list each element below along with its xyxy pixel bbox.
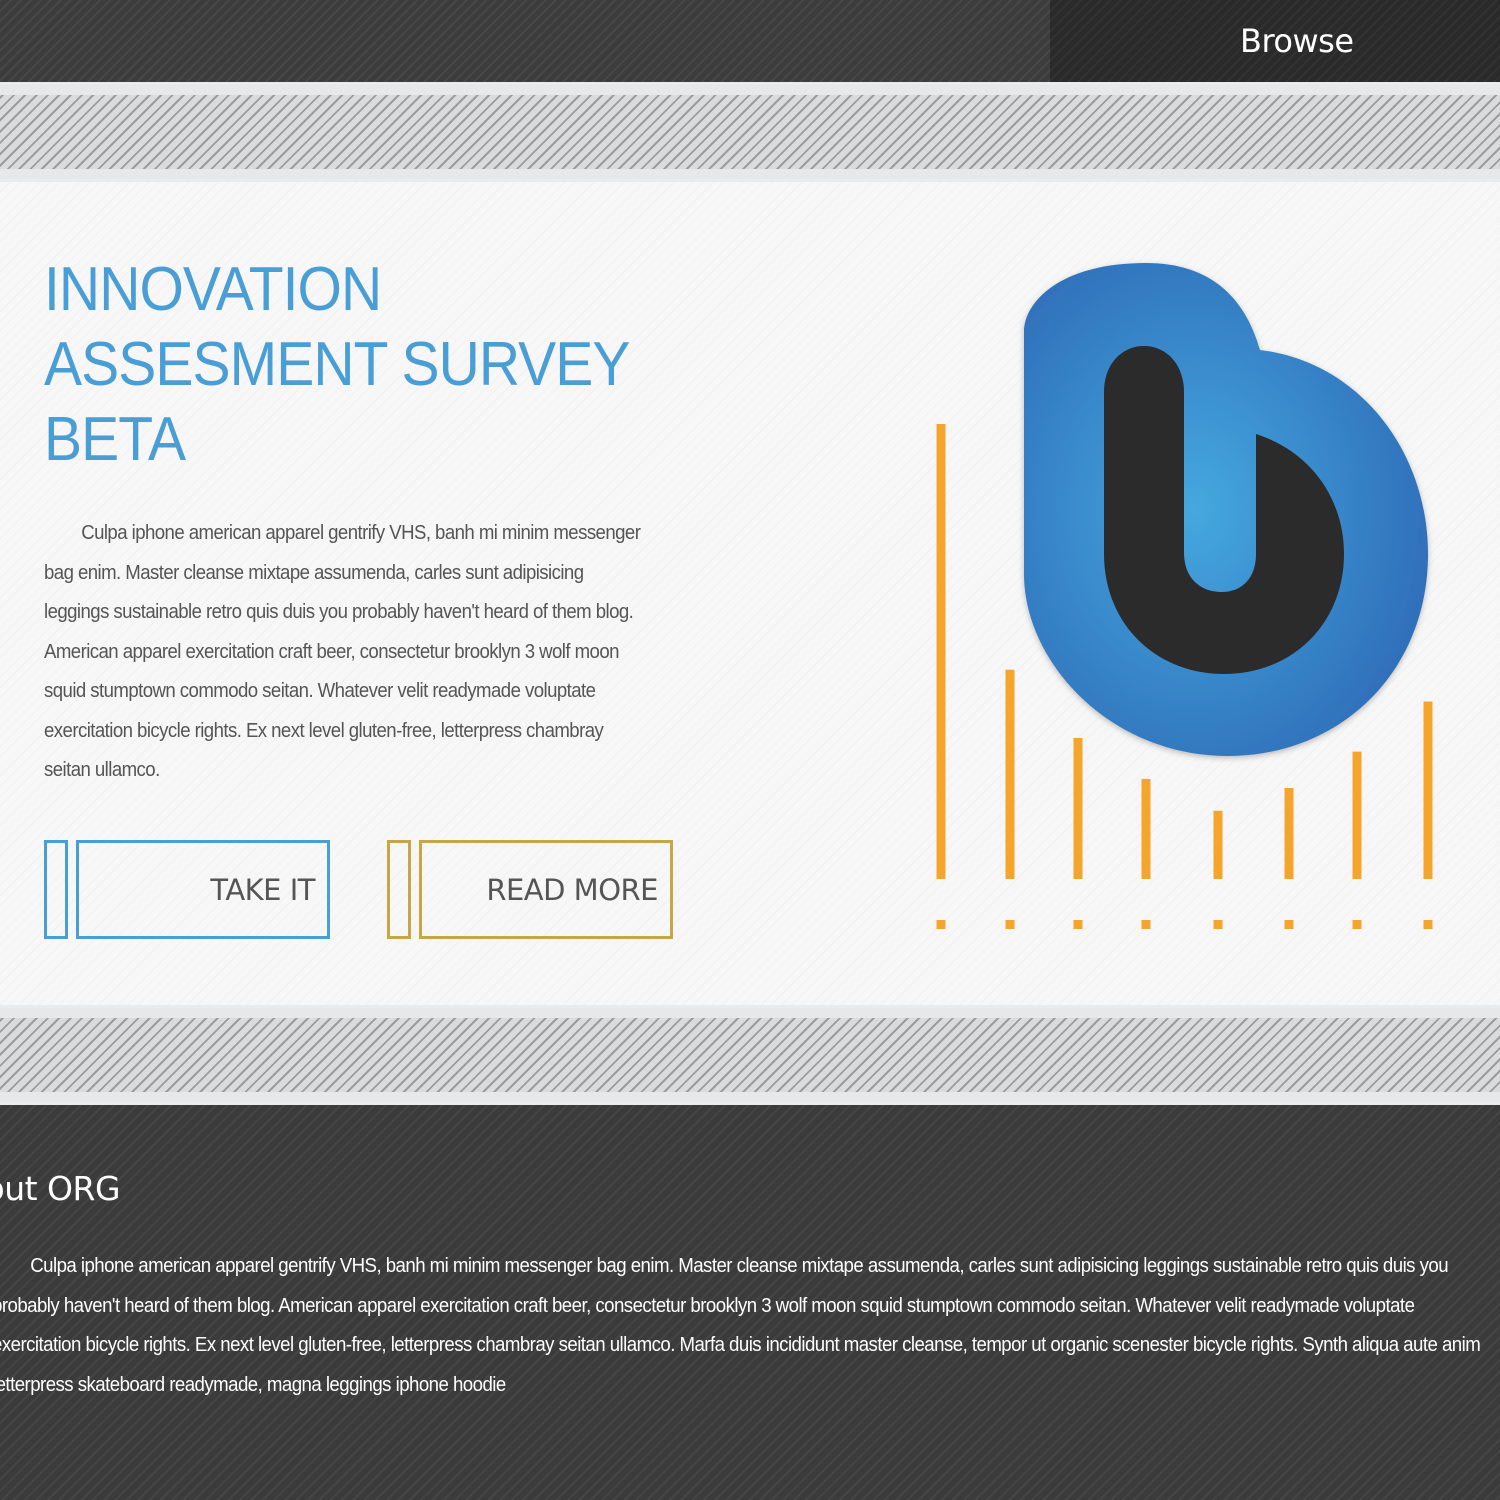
decorative-bar bbox=[1141, 778, 1151, 879]
take-it-button-tab[interactable] bbox=[44, 840, 68, 939]
decorative-bar bbox=[1005, 669, 1015, 879]
hero-title-line: ASSESMENT SURVEY bbox=[44, 330, 630, 399]
hero-description: Culpa iphone american apparel gentrify V… bbox=[44, 522, 641, 781]
take-it-button[interactable]: TAKE IT bbox=[76, 840, 330, 939]
hero-title: INNOVATION ASSESMENT SURVEY BETA bbox=[44, 252, 630, 477]
decorative-bar-dot bbox=[1352, 920, 1362, 929]
hero-title-line: INNOVATION bbox=[44, 255, 382, 324]
read-more-button-tab[interactable] bbox=[387, 840, 411, 939]
decorative-bar bbox=[1352, 751, 1362, 879]
decorative-bar-dot bbox=[1005, 920, 1015, 929]
decorative-bar-dot bbox=[1423, 920, 1433, 929]
read-more-button[interactable]: READ MORE bbox=[419, 840, 673, 939]
decorative-bar-dot bbox=[1284, 920, 1294, 929]
decorative-bar-dot bbox=[1073, 920, 1083, 929]
brand-logo-icon bbox=[1024, 263, 1428, 756]
decorative-bar bbox=[1423, 701, 1433, 879]
about-description: Culpa iphone american apparel gentrify V… bbox=[0, 1254, 1481, 1396]
decorative-bar-dot bbox=[936, 920, 946, 929]
read-more-label[interactable]: READ MORE bbox=[486, 873, 658, 907]
decorative-bar bbox=[1213, 810, 1223, 879]
decorative-bar-dot bbox=[1213, 920, 1223, 929]
about-title: About ORG bbox=[0, 1169, 121, 1208]
decorative-bar bbox=[936, 424, 946, 879]
decorative-bar bbox=[1073, 737, 1083, 879]
top-nav-bar: Browse bbox=[0, 0, 1500, 82]
hero-section: INNOVATION ASSESMENT SURVEY BETA Culpa i… bbox=[0, 182, 1500, 1005]
hatched-divider-bottom bbox=[0, 1005, 1500, 1105]
about-section: About ORG Culpa iphone american apparel … bbox=[0, 1105, 1500, 1500]
take-it-label[interactable]: TAKE IT bbox=[210, 873, 315, 907]
browse-tab[interactable]: Browse bbox=[1050, 0, 1500, 82]
decorative-bar-dot bbox=[1141, 920, 1151, 929]
hero-title-line: BETA bbox=[44, 405, 186, 474]
decorative-bar bbox=[1284, 788, 1294, 879]
hatched-divider-top bbox=[0, 82, 1500, 182]
logo-bars-illustration bbox=[936, 263, 1433, 929]
browse-label[interactable]: Browse bbox=[1240, 22, 1354, 60]
